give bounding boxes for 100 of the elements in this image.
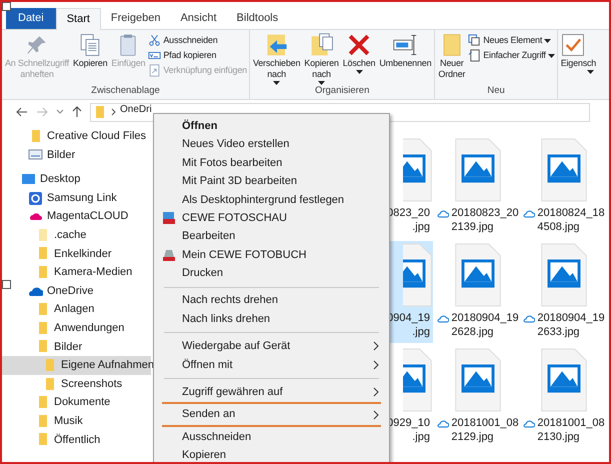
file-name: 20180904_19 2633.jpg	[537, 311, 605, 340]
ribbon-tab[interactable]: Bildtools	[226, 8, 288, 29]
cloud-icon	[437, 419, 450, 428]
menu-item[interactable]: Zugriff gewähren auf	[156, 383, 387, 402]
file-name: 20180823_20 2139.jpg	[451, 206, 519, 234]
chevron-right-icon	[373, 387, 379, 398]
rename-icon	[393, 33, 418, 57]
image-file-icon	[454, 138, 502, 202]
nav-item[interactable]: .cache	[2, 226, 151, 245]
menu-item[interactable]: Kopieren	[156, 446, 387, 462]
document-icon	[468, 49, 482, 62]
menu-item[interactable]: Mit Paint 3D bearbeiten	[156, 172, 387, 191]
group-label: Neu	[486, 85, 506, 98]
file-name: 20180904_19 2628.jpg	[451, 311, 519, 340]
ribbon-button[interactable]: Kopieren nach	[303, 30, 340, 85]
chevron-down-icon[interactable]	[56, 109, 64, 115]
ribbon-button[interactable]: Löschen	[342, 30, 376, 85]
nav-item[interactable]: Musik	[2, 412, 151, 430]
file-item[interactable]: 20180823_20 2139.jpg	[433, 136, 519, 238]
ribbon-button[interactable]: Verschieben nach	[252, 30, 302, 85]
resize-handle[interactable]	[2, 2, 11, 11]
menu-item[interactable]: Bearbeiten	[156, 227, 387, 246]
cloud-icon	[437, 209, 450, 218]
caret-icon	[586, 70, 594, 74]
menu-item[interactable]: Mit Fotos bearbeiten	[156, 154, 387, 172]
cloud-icon	[523, 314, 536, 324]
path-icon	[148, 49, 162, 62]
cloud-icon	[523, 419, 536, 428]
chevron-right-icon	[373, 360, 379, 370]
menu-item[interactable]: Neues Video erstellen	[156, 135, 387, 154]
scissors-icon	[148, 34, 162, 47]
file-item[interactable]: 20180904_19 2628.jpg	[433, 241, 519, 344]
up-arrow-icon[interactable]	[72, 106, 82, 118]
resize-handle[interactable]	[2, 280, 11, 289]
checkmark-icon	[560, 33, 585, 57]
ribbon-tab[interactable]: Start	[56, 8, 101, 30]
image-file-icon	[454, 243, 502, 308]
image-file-icon	[540, 243, 588, 308]
chevron-right-icon	[373, 341, 379, 352]
menu-item[interactable]: Als Desktophintergrund festlegen	[156, 190, 387, 209]
ribbon-tab[interactable]: Freigeben	[100, 8, 170, 29]
group-label: Organisieren	[314, 85, 370, 98]
menu-item[interactable]: Nach rechts drehen	[156, 292, 387, 310]
folder-copy-icon	[310, 33, 334, 57]
cloud-icon	[437, 314, 450, 324]
delete-icon	[347, 33, 372, 57]
folder-arrow-icon	[264, 33, 289, 57]
new-item-icon	[468, 34, 482, 47]
nav-item[interactable]: Desktop	[2, 170, 151, 189]
file-item[interactable]: 20180904_19 2633.jpg	[519, 241, 605, 344]
ribbon-button[interactable]: Pfad kopieren	[148, 49, 247, 62]
nav-item[interactable]: Bilder	[2, 338, 151, 356]
nav-item[interactable]: Dokumente	[2, 393, 151, 412]
menu-item[interactable]: CEWE FOTOSCHAU	[156, 208, 387, 228]
nav-item[interactable]: Screenshots	[2, 374, 151, 394]
caret-icon	[544, 38, 552, 42]
caret-icon	[548, 54, 555, 58]
nav-item[interactable]: Creative Cloud Files	[2, 127, 151, 146]
file-item[interactable]: 20181001_08 2129.jpg	[433, 346, 519, 448]
cloud-icon	[523, 209, 536, 218]
nav-item[interactable]: Anlagen	[2, 300, 151, 319]
nav-item[interactable]: OneDrive	[2, 282, 151, 300]
image-file-icon	[454, 348, 502, 412]
file-tab[interactable]: Datei	[6, 8, 56, 29]
nav-item[interactable]: Kamera-Medien	[2, 263, 151, 282]
ribbon-button[interactable]: Neuer Ordner	[437, 30, 466, 85]
ribbon-button[interactable]: Umbenennen	[378, 30, 432, 85]
caret-icon	[273, 81, 280, 85]
caret-icon	[318, 81, 325, 85]
nav-item[interactable]: Enkelkinder	[2, 244, 151, 264]
ribbon-button[interactable]: Einfacher Zugriff	[468, 49, 555, 62]
chevron-right-icon	[373, 410, 379, 420]
menu-item[interactable]: Mein CEWE FOTOBUCH	[156, 246, 387, 264]
menu-item[interactable]: Senden an	[156, 405, 387, 424]
shortcut-icon	[148, 64, 162, 77]
book-icon	[162, 248, 176, 262]
menu-item[interactable]: Ausschneiden	[156, 428, 387, 446]
file-item[interactable]: 20181001_08 2130.jpg	[519, 346, 605, 448]
nav-item[interactable]: Anwendungen	[2, 318, 151, 338]
menu-item[interactable]: Nach links drehen	[156, 310, 387, 328]
nav-item[interactable]: Eigene Aufnahmen	[2, 356, 151, 375]
file-name: 20181001_08 2129.jpg	[451, 416, 519, 444]
menu-item[interactable]: Öffnen mit	[156, 356, 387, 374]
menu-item[interactable]: Wiedergabe auf Gerät	[156, 337, 387, 356]
ribbon-button[interactable]: Kopieren	[72, 30, 108, 85]
nav-item[interactable]: Samsung Link	[2, 188, 151, 208]
slideshow-icon	[162, 211, 176, 226]
file-item[interactable]: 20180824_18 4508.jpg	[519, 136, 605, 238]
back-arrow-icon[interactable]	[16, 107, 28, 117]
ribbon-button[interactable]: Neues Element	[468, 34, 555, 47]
nav-item[interactable]: Öffentlich	[2, 430, 151, 450]
nav-item[interactable]: MagentaCLOUD	[2, 207, 151, 226]
ribbon-button[interactable]: Ausschneiden	[148, 34, 247, 47]
picture-icon	[28, 147, 43, 162]
menu-item[interactable]: Drucken	[156, 264, 387, 283]
ribbon-button[interactable]: Eigensch	[560, 30, 598, 99]
caret-icon	[356, 70, 363, 74]
image-file-icon	[540, 348, 588, 412]
nav-item[interactable]: Bilder	[2, 146, 151, 164]
ribbon-tab[interactable]: Ansicht	[170, 8, 227, 29]
